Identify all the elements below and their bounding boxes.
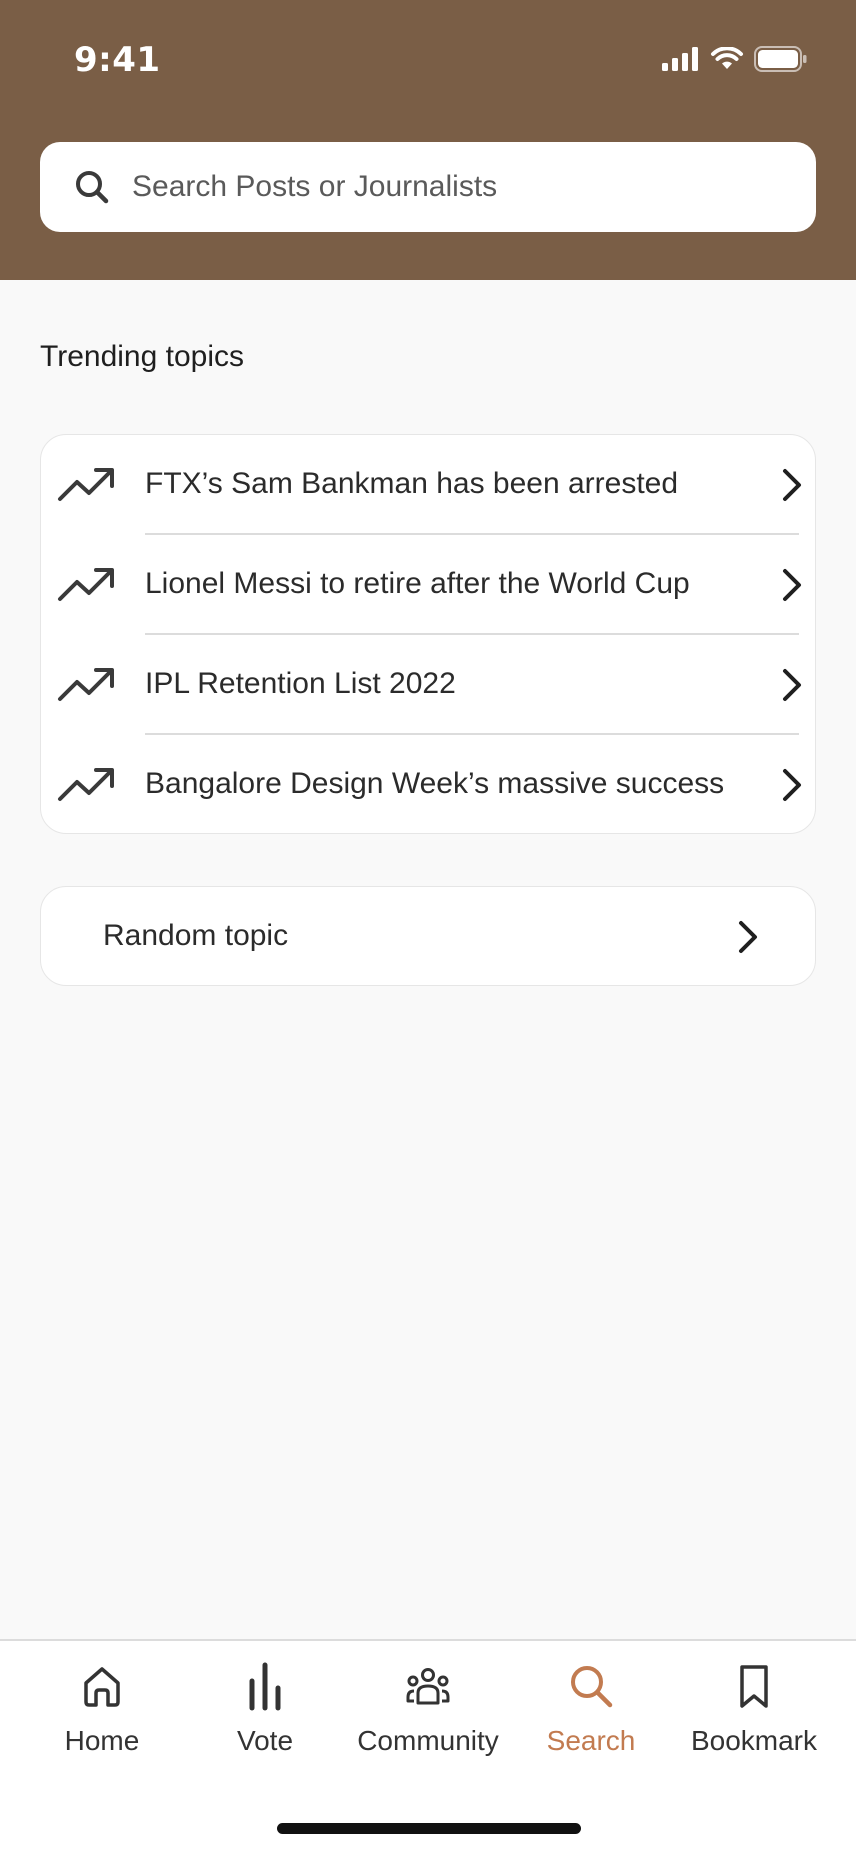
home-indicator [277,1823,581,1834]
tab-bookmark[interactable]: Bookmark [679,1661,829,1771]
tab-vote[interactable]: Vote [190,1661,340,1771]
vote-bars-icon [249,1662,281,1711]
trending-topic-label: FTX’s Sam Bankman has been arrested [145,467,679,500]
tab-search-label: Search [546,1725,636,1756]
chevron-right-icon [783,769,801,801]
status-icons [662,46,808,72]
bookmark-icon [740,1665,768,1708]
trending-up-icon [58,468,114,501]
trending-topic-label: Lionel Messi to retire after the World C… [145,567,690,600]
tab-vote-label: Vote [236,1725,294,1756]
tab-home[interactable]: Home [27,1661,177,1771]
trending-topic-label: IPL Retention List 2022 [145,667,456,700]
trending-up-icon [58,568,114,601]
status-time: 9:41 [74,40,161,80]
random-topic-label: Random topic [103,919,289,952]
trending-topic-item[interactable]: Bangalore Design Week’s massive success [41,735,815,833]
search-icon [571,1666,613,1708]
search-icon [76,171,109,204]
cellular-signal-icon [662,47,698,71]
trending-title: Trending topics [40,340,244,373]
trending-topic-item[interactable]: FTX’s Sam Bankman has been arrested [41,435,815,535]
battery-icon [754,46,807,72]
tab-community[interactable]: Community [353,1661,503,1771]
tab-bar: Home Vote Community Search Bookmark [0,1639,856,1852]
header: 9:41 [0,0,856,280]
chevron-right-icon [739,921,757,953]
chevron-right-icon [783,569,801,601]
search-bar[interactable] [40,142,816,232]
chevron-right-icon [783,669,801,701]
search-input[interactable] [132,157,772,217]
tab-community-label: Community [357,1725,499,1756]
trending-topic-item[interactable]: IPL Retention List 2022 [41,635,815,735]
trending-up-icon [58,768,114,801]
home-icon [84,1667,120,1707]
tab-search[interactable]: Search [516,1661,666,1771]
wifi-icon [711,47,743,69]
trending-topic-label: Bangalore Design Week’s massive success [145,767,725,800]
tab-bookmark-label: Bookmark [690,1725,818,1756]
community-icon [406,1668,450,1705]
tab-home-label: Home [64,1725,140,1756]
trending-list: FTX’s Sam Bankman has been arrested Lion… [40,434,816,834]
trending-up-icon [58,668,114,701]
trending-topic-item[interactable]: Lionel Messi to retire after the World C… [41,535,815,635]
random-topic-button[interactable]: Random topic [40,886,816,986]
chevron-right-icon [783,469,801,501]
